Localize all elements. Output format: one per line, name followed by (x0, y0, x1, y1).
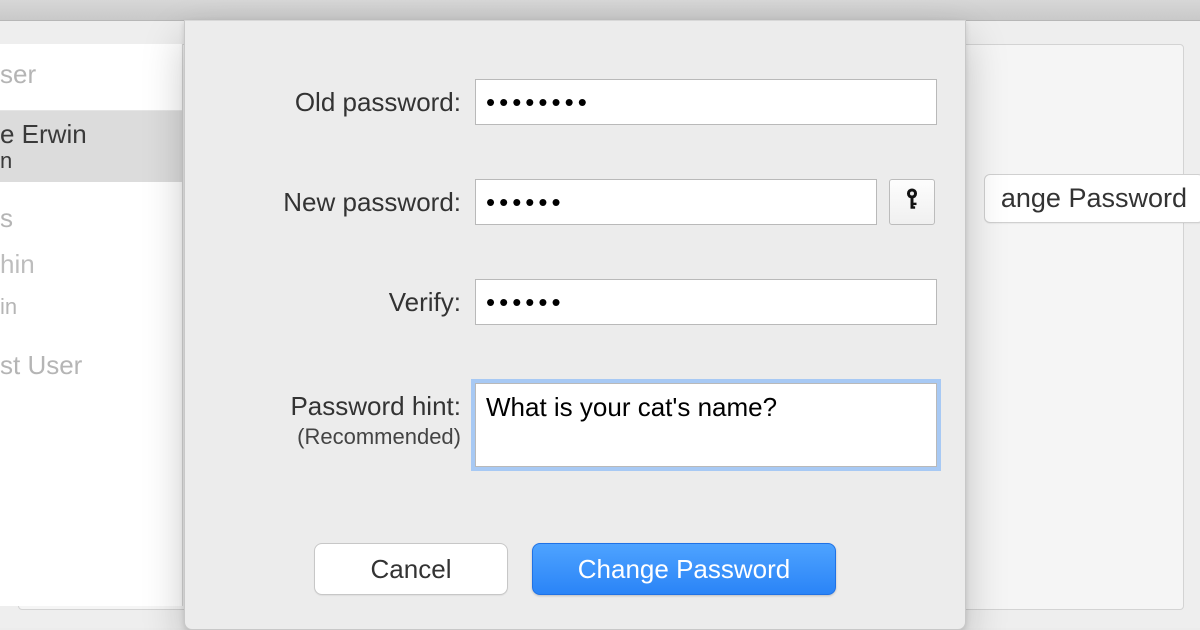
old-password-label: Old password: (185, 79, 475, 118)
sidebar-item-selected-user[interactable]: e Erwin n (0, 111, 182, 182)
verify-password-field[interactable] (475, 279, 937, 325)
sidebar-item-sublabel: n (0, 148, 174, 174)
change-password-sheet: Old password: New password: (184, 20, 966, 630)
sidebar-item[interactable]: hin (0, 242, 182, 288)
dialog-buttons: Cancel Change Password (185, 543, 965, 595)
old-password-field[interactable] (475, 79, 937, 125)
new-password-label: New password: (185, 179, 475, 218)
password-hint-label-text: Password hint: (290, 391, 461, 421)
new-password-field[interactable] (475, 179, 877, 225)
password-hint-field[interactable] (475, 383, 937, 467)
window-titlebar (0, 0, 1200, 21)
password-assistant-button[interactable] (889, 179, 935, 225)
cancel-button[interactable]: Cancel (314, 543, 508, 595)
users-sidebar: ser e Erwin n s hin in st User (0, 44, 183, 606)
sidebar-item[interactable]: st User (0, 343, 182, 389)
change-password-bg-button[interactable]: ange Password (984, 174, 1200, 223)
sidebar-header: ser (0, 52, 174, 98)
password-hint-label: Password hint: (Recommended) (185, 383, 475, 451)
sidebar-item-sublabel: in (0, 286, 182, 327)
change-password-button[interactable]: Change Password (532, 543, 836, 595)
password-hint-sublabel: (Recommended) (185, 424, 461, 450)
key-icon (901, 186, 923, 219)
sidebar-item-label: e Erwin (0, 119, 174, 150)
verify-label: Verify: (185, 279, 475, 318)
sidebar-item[interactable]: s (0, 196, 182, 242)
